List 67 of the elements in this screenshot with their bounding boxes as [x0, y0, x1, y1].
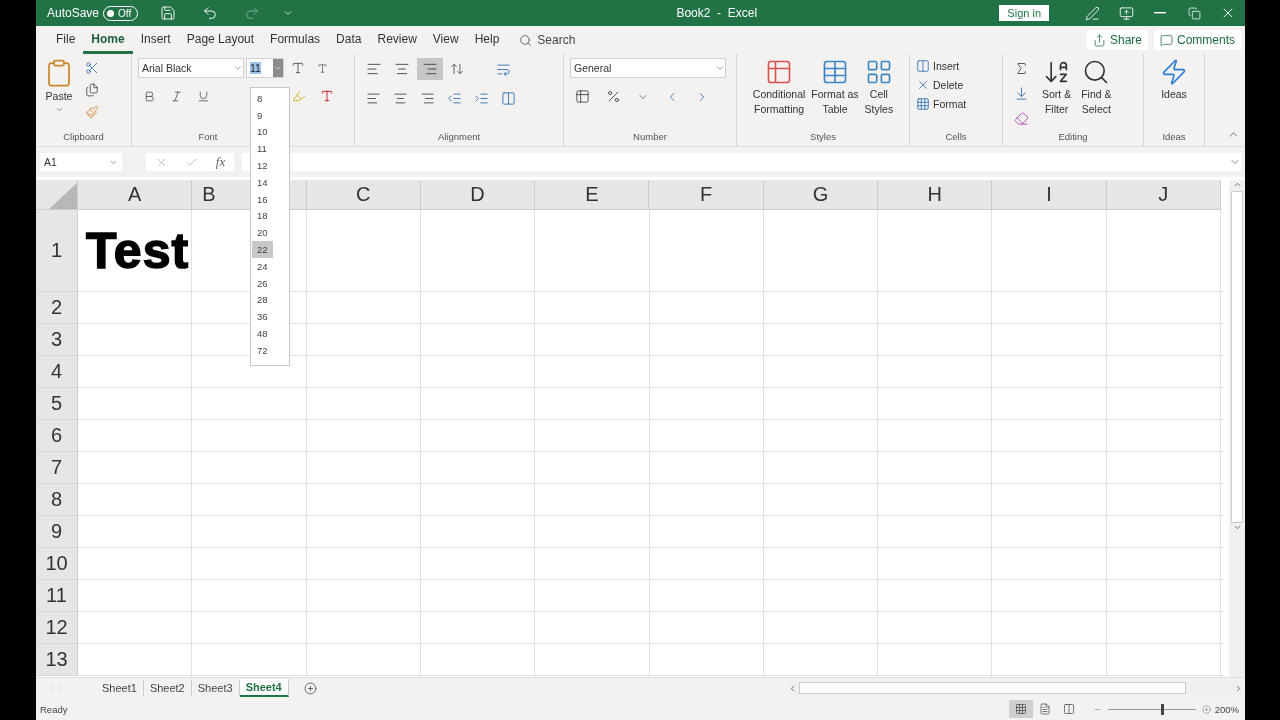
row-header[interactable]: 7: [36, 452, 78, 484]
group-label: Font: [198, 131, 218, 142]
font-size-field[interactable]: 11: [246, 58, 284, 78]
font-name-field[interactable]: Arial Black: [138, 58, 244, 78]
group-label: Clipboard: [63, 131, 104, 142]
row-header[interactable]: 12: [36, 612, 78, 644]
number-format-field[interactable]: General: [570, 58, 726, 78]
comments-button[interactable]: Comments: [1154, 30, 1241, 50]
ribbon-tab[interactable]: File: [48, 32, 84, 54]
row-header[interactable]: 11: [36, 580, 78, 612]
styles-button[interactable]: Cell Styles: [862, 58, 896, 116]
ribbon-tab[interactable]: Data: [328, 32, 370, 54]
styles-button[interactable]: Format as Table: [809, 58, 861, 116]
cells-button[interactable]: Format: [916, 96, 967, 112]
autosave-label: AutoSave: [47, 6, 100, 20]
sheet-tab[interactable]: Sheet1: [96, 680, 144, 696]
column-header[interactable]: J: [1106, 180, 1221, 210]
status-text: Ready: [40, 703, 68, 715]
group-label: Ideas: [1162, 131, 1186, 142]
cells-button[interactable]: Insert: [916, 58, 960, 74]
row-header[interactable]: 6: [36, 420, 78, 452]
ribbon-tab[interactable]: Help: [466, 32, 508, 54]
group-label: Cells: [945, 131, 967, 142]
row-header[interactable]: 3: [36, 324, 78, 356]
row-header[interactable]: 10: [36, 548, 78, 580]
column-header[interactable]: A: [78, 180, 193, 210]
editing-button[interactable]: Find & Select: [1079, 58, 1114, 116]
column-header[interactable]: D: [420, 180, 536, 210]
row-header[interactable]: 5: [36, 388, 78, 420]
column-header[interactable]: G: [763, 180, 879, 210]
name-box[interactable]: A1: [40, 153, 122, 171]
ribbon-tab[interactable]: Page Layout: [178, 32, 263, 54]
group-label: Styles: [810, 131, 836, 142]
window-title: Book2 - Excel: [675, 6, 759, 20]
sheet-tab[interactable]: Sheet2: [143, 680, 192, 696]
styles-button[interactable]: Conditional Formatting: [750, 58, 808, 116]
row-header[interactable]: 9: [36, 516, 78, 548]
zoom-level: 200%: [1214, 703, 1239, 715]
cells-button[interactable]: Delete: [916, 77, 964, 93]
sheet-tab[interactable]: Sheet3: [191, 680, 240, 696]
row-header[interactable]: 13: [36, 644, 78, 676]
row-header[interactable]: 8: [36, 484, 78, 516]
row-header[interactable]: 4: [36, 356, 78, 388]
ribbon-tab[interactable]: Review: [369, 32, 425, 54]
paste-button[interactable]: Paste: [42, 58, 76, 114]
editing-button[interactable]: Sort & Filter: [1040, 58, 1074, 116]
share-button[interactable]: Share: [1086, 30, 1148, 50]
row-header[interactable]: 1: [36, 210, 78, 292]
group-label: Number: [633, 131, 667, 142]
ribbon-tab[interactable]: Insert: [132, 32, 179, 54]
sign-in-button[interactable]: Sign in: [999, 5, 1049, 21]
column-header[interactable]: E: [535, 180, 650, 210]
group-label: Alignment: [437, 131, 481, 142]
search-field[interactable]: Search: [519, 33, 576, 54]
ribbon-tab[interactable]: Formulas: [262, 32, 329, 54]
ideas-button[interactable]: Ideas: [1158, 58, 1190, 101]
group-label: Editing: [1058, 131, 1088, 142]
column-header[interactable]: I: [992, 180, 1107, 210]
dropdown-option[interactable]: 22: [252, 241, 273, 258]
column-header[interactable]: F: [649, 180, 764, 210]
insert-function-button[interactable]: fx: [215, 154, 226, 170]
column-header[interactable]: H: [878, 180, 993, 210]
column-header[interactable]: C: [306, 180, 421, 210]
row-header[interactable]: 2: [36, 292, 78, 324]
ribbon-tab[interactable]: View: [424, 32, 467, 54]
cell-text: Test: [85, 222, 190, 280]
sheet-tab[interactable]: Sheet4: [239, 679, 289, 697]
